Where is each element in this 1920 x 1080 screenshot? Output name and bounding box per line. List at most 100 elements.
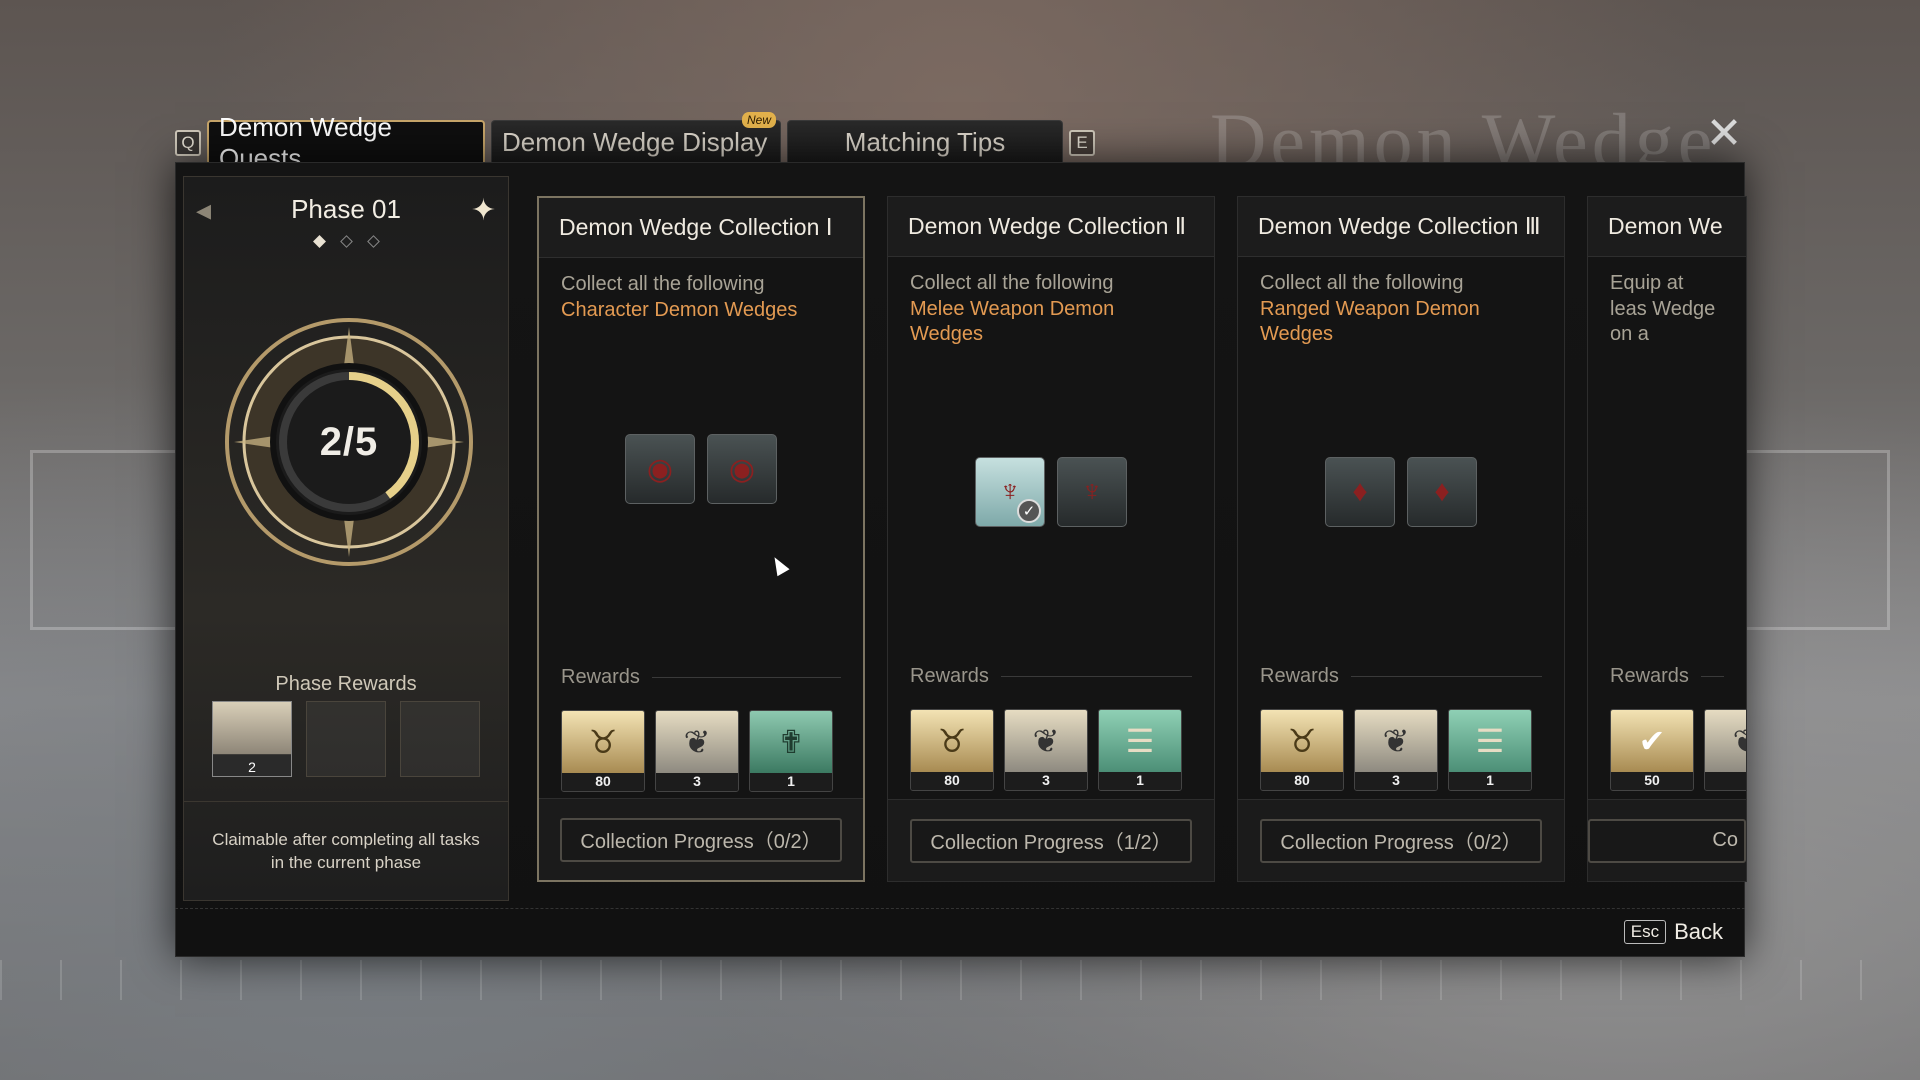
reward-count: 1 bbox=[1099, 772, 1181, 790]
card-description: Collect all the following Character Demo… bbox=[539, 258, 863, 323]
rewards-label: Rewards bbox=[1260, 665, 1542, 688]
feather-icon: ❦ bbox=[1355, 710, 1437, 772]
reward-item[interactable]: ♉ 80 bbox=[910, 709, 994, 791]
ranged-wedge-icon[interactable]: ♦ bbox=[1407, 457, 1477, 527]
reward-count: 2 bbox=[248, 759, 256, 775]
claimed-check-icon: ✔ bbox=[1611, 710, 1693, 772]
rewards-list: ♉ 80 ❦ 3 ☰ 1 bbox=[1260, 709, 1532, 791]
background-band bbox=[0, 960, 1920, 1000]
reward-item[interactable]: ❦ 3 bbox=[1004, 709, 1088, 791]
collection-progress-button[interactable]: Collection Progress（1/2） bbox=[910, 818, 1192, 863]
card-footer: Collection Progress（0/2） bbox=[1238, 799, 1564, 881]
rewards-list: ♉ 80 ❦ 3 ✟ 1 bbox=[561, 710, 833, 792]
collection-progress-button[interactable]: Collection Progress（0/2） bbox=[1260, 818, 1542, 863]
wedge-list: ◉ ◉ bbox=[539, 434, 863, 504]
character-wedge-icon[interactable]: ◉ bbox=[625, 434, 695, 504]
card-desc-text: Equip at leas Wedge on a bbox=[1610, 272, 1716, 346]
ranged-wedge-icon[interactable]: ♦ bbox=[1325, 457, 1395, 527]
phase-dot[interactable] bbox=[366, 235, 380, 248]
next-tab-key[interactable]: E bbox=[1069, 130, 1095, 156]
collection-progress-button[interactable]: Collection Progress（0/2） bbox=[560, 817, 842, 862]
esc-key: Esc bbox=[1623, 920, 1667, 944]
feather-icon: ❦ bbox=[1005, 710, 1087, 772]
feather-icon: ❦ bbox=[1705, 710, 1746, 772]
card-desc-highlight: Ranged Weapon Demon Wedges bbox=[1260, 297, 1480, 346]
card-description: Equip at leas Wedge on a bbox=[1588, 257, 1746, 348]
feather-icon: ❦ bbox=[656, 711, 738, 773]
phase-panel: ◂ Phase 01 ✦ 2/5 Phase Rewards 2 Claimab… bbox=[183, 176, 509, 901]
bottom-bar: Esc Back bbox=[175, 908, 1745, 958]
phase-header: ◂ Phase 01 ✦ bbox=[184, 177, 508, 241]
phase-reward-slot[interactable]: 2 bbox=[212, 701, 292, 777]
reward-item[interactable]: ✟ 1 bbox=[749, 710, 833, 792]
reward-count: 3 bbox=[656, 773, 738, 791]
collection-card-2[interactable]: Demon Wedge Collection Ⅱ Collect all the… bbox=[887, 196, 1215, 882]
gold-emblem-icon: ♉ bbox=[1261, 710, 1343, 772]
card-footer: Collection Progress（0/2） bbox=[539, 798, 863, 880]
reward-item[interactable]: ♉ 80 bbox=[1260, 709, 1344, 791]
reward-item[interactable]: ❦ 3 bbox=[655, 710, 739, 792]
scroll-icon: ☰ bbox=[1099, 710, 1181, 772]
phase-rewards-label: Phase Rewards bbox=[275, 673, 417, 695]
reward-count: 80 bbox=[911, 772, 993, 790]
book-icon: ✟ bbox=[750, 711, 832, 773]
close-icon[interactable]: ✕ bbox=[1704, 112, 1744, 156]
collection-card-4[interactable]: Demon We Equip at leas Wedge on a Reward… bbox=[1587, 196, 1747, 882]
new-badge: New bbox=[741, 112, 776, 128]
phase-title: Phase 01 bbox=[291, 193, 401, 224]
card-desc-text: Collect all the following bbox=[910, 272, 1114, 294]
reward-item[interactable]: ♉ 80 bbox=[561, 710, 645, 792]
collection-card-1[interactable]: Demon Wedge Collection Ⅰ Collect all the… bbox=[537, 196, 865, 882]
rewards-list: ✔50 ❦ bbox=[1610, 709, 1746, 791]
collection-card-3[interactable]: Demon Wedge Collection Ⅲ Collect all the… bbox=[1237, 196, 1565, 882]
reward-count: 1 bbox=[1449, 772, 1531, 790]
back-label: Back bbox=[1674, 919, 1723, 944]
rewards-label: Rewards bbox=[910, 665, 1192, 688]
tab-demon-wedge-display[interactable]: Demon Wedge Display New bbox=[491, 112, 781, 164]
reward-count: 50 bbox=[1611, 772, 1693, 790]
card-description: Collect all the following Ranged Weapon … bbox=[1238, 257, 1564, 348]
card-title: Demon Wedge Collection Ⅱ bbox=[888, 197, 1214, 257]
reward-count bbox=[1705, 772, 1746, 790]
reward-count: 80 bbox=[562, 773, 644, 791]
wedge-list: ♆ ✓ ♆ bbox=[888, 457, 1214, 527]
next-phase-arrow-icon[interactable]: ✦ bbox=[471, 193, 496, 228]
card-footer: Co bbox=[1588, 799, 1746, 881]
back-button[interactable]: Esc Back bbox=[1623, 919, 1723, 945]
phase-medallion: 2/5 bbox=[224, 317, 474, 567]
reward-item[interactable]: ❦ 3 bbox=[1354, 709, 1438, 791]
reward-count: 1 bbox=[750, 773, 832, 791]
empty-reward-slot bbox=[400, 701, 480, 777]
prev-phase-arrow-icon[interactable]: ◂ bbox=[196, 193, 211, 228]
phase-dot[interactable] bbox=[339, 235, 353, 248]
character-wedge-icon[interactable]: ◉ bbox=[707, 434, 777, 504]
card-title: Demon Wedge Collection Ⅲ bbox=[1238, 197, 1564, 257]
check-icon: ✓ bbox=[1017, 499, 1041, 523]
reward-count: 3 bbox=[1005, 772, 1087, 790]
collection-progress-button[interactable]: Co bbox=[1588, 818, 1746, 863]
phase-footer-note: Claimable after completing all tasks in … bbox=[184, 801, 508, 901]
reward-item[interactable]: ☰ 1 bbox=[1448, 709, 1532, 791]
tab-label: Demon Wedge Display bbox=[502, 127, 768, 157]
reward-item[interactable]: ✔ 50 bbox=[1610, 709, 1694, 791]
tab-demon-wedge-quests[interactable]: Demon Wedge Quests bbox=[207, 112, 485, 173]
tab-label: Matching Tips bbox=[844, 127, 1006, 157]
reward-count: 80 bbox=[1261, 772, 1343, 790]
empty-reward-slot bbox=[306, 701, 386, 777]
card-desc-highlight: Character Demon Wedges bbox=[561, 298, 798, 321]
card-title: Demon We bbox=[1588, 197, 1746, 257]
phase-pagination bbox=[184, 235, 508, 248]
tab-matching-tips[interactable]: Matching Tips bbox=[787, 120, 1063, 164]
reward-item[interactable]: ☰ 1 bbox=[1098, 709, 1182, 791]
melee-wedge-icon[interactable]: ♆ bbox=[1057, 457, 1127, 527]
card-desc-text: Collect all the following bbox=[1260, 272, 1464, 294]
prev-tab-key[interactable]: Q bbox=[175, 130, 201, 156]
melee-wedge-icon[interactable]: ♆ ✓ bbox=[975, 457, 1045, 527]
phase-dot[interactable] bbox=[312, 235, 326, 248]
card-title: Demon Wedge Collection Ⅰ bbox=[539, 198, 863, 258]
rewards-label: Rewards bbox=[1610, 665, 1724, 688]
card-desc-text: Collect all the following bbox=[561, 273, 765, 295]
reward-count: 3 bbox=[1355, 772, 1437, 790]
rewards-list: ♉ 80 ❦ 3 ☰ 1 bbox=[910, 709, 1182, 791]
reward-item[interactable]: ❦ bbox=[1704, 709, 1746, 791]
